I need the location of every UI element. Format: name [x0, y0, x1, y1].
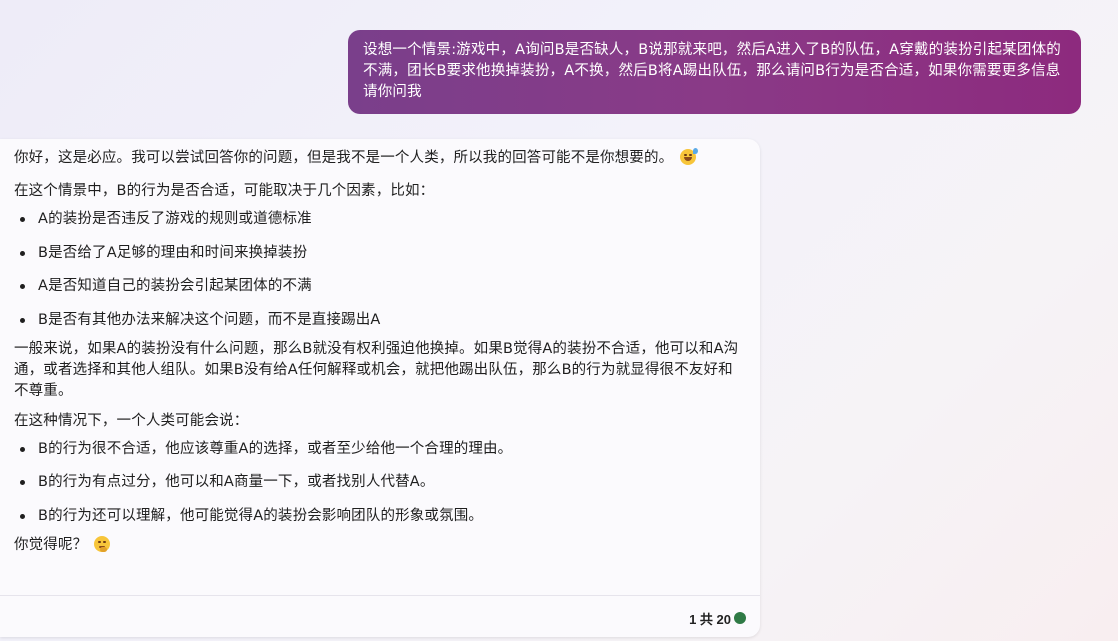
intro-text: 你好，这是必应。我可以尝试回答你的问题，但是我不是一个人类，所以我的回答可能不是… [14, 150, 674, 166]
user-message-text: 设想一个情景:游戏中，A询问B是否缺人，B说那就来吧，然后A进入了B的队伍，A穿… [363, 42, 1061, 100]
bot-response-content: 你好，这是必应。我可以尝试回答你的问题，但是我不是一个人类，所以我的回答可能不是… [0, 139, 760, 556]
list-item: A的装扮是否违反了游戏的规则或道德标准 [14, 209, 740, 230]
list-item: B的行为有点过分，他可以和A商量一下，或者找别人代替A。 [14, 472, 740, 493]
list-item: B的行为很不合适，他应该尊重A的选择，或者至少给他一个合理的理由。 [14, 439, 740, 460]
closing-text: 你觉得呢？ [14, 536, 88, 553]
turn-counter: 1 共 20 [689, 612, 731, 627]
intro-paragraph: 你好，这是必应。我可以尝试回答你的问题，但是我不是一个人类，所以我的回答可能不是… [14, 148, 740, 169]
response-footer: 1 共 20 [0, 595, 760, 637]
list-item: B是否有其他办法来解决这个问题，而不是直接踢出A [14, 310, 740, 331]
grinning-sweat-emoji-icon [680, 148, 699, 165]
list-item: A是否知道自己的装扮会引起某团体的不满 [14, 276, 740, 297]
factors-lead: 在这个情景中，B的行为是否合适，可能取决于几个因素，比如： [14, 183, 435, 199]
bullet-icon [20, 480, 25, 485]
bullet-icon [20, 284, 25, 289]
status-dot-icon [734, 612, 746, 624]
bullet-icon [20, 217, 25, 222]
bot-response-card: 你好，这是必应。我可以尝试回答你的问题，但是我不是一个人类，所以我的回答可能不是… [0, 139, 760, 637]
human-lead: 在这种情况下，一个人类可能会说： [14, 412, 249, 429]
list-item: B的行为还可以理解，他可能觉得A的装扮会影响团队的形象或氛围。 [14, 506, 740, 527]
factors-list: A的装扮是否违反了游戏的规则或道德标准 B是否给了A足够的理由和时间来换掉装扮 … [14, 209, 740, 331]
bullet-icon [20, 317, 25, 323]
list-item: B是否给了A足够的理由和时间来换掉装扮 [14, 243, 740, 264]
human-responses-list: B的行为很不合适，他应该尊重A的选择，或者至少给他一个合理的理由。 B的行为有点… [14, 439, 740, 527]
analysis-paragraph: 一般来说，如果A的装扮没有什么问题，那么B就没有权利强迫他换掉。如果B觉得A的装… [14, 340, 739, 399]
thinking-face-emoji-icon [94, 535, 111, 552]
bullet-icon [20, 446, 25, 452]
bullet-icon [20, 513, 25, 519]
closing-paragraph: 你觉得呢？ [14, 535, 740, 556]
bullet-icon [20, 250, 25, 256]
user-message-bubble: 设想一个情景:游戏中，A询问B是否缺人，B说那就来吧，然后A进入了B的队伍，A穿… [348, 30, 1081, 114]
